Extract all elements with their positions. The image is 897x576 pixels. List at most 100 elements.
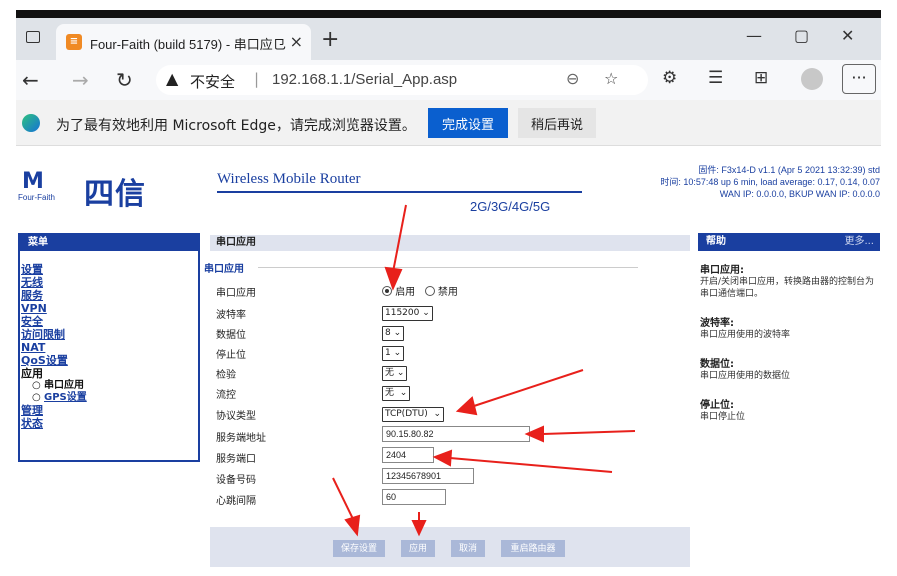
close-tab-icon[interactable]: × [290,32,303,51]
menu-item-wireless[interactable]: 无线 [20,276,198,289]
tab-actions-icon[interactable] [26,31,40,43]
serial-app-label: 串口应用 [216,288,256,299]
help-panel: 帮助 更多... 串口应用: 开启/关闭串口应用，转换路由器的控制台为串口通信端… [698,233,880,553]
protocol-select[interactable]: TCP(DTU) ⌄ [382,407,445,422]
baud-rate-select[interactable]: 115200 ⌄ [382,306,433,321]
zoom-icon[interactable]: ⊖ [566,69,579,88]
address-toolbar: ← → ↻ ▲ 不安全 | 192.168.1.1/Serial_App.asp… [16,60,881,100]
product-divider [217,191,582,193]
stop-bits-value: 1 [385,348,391,358]
top-strip [0,0,897,18]
menu-item-admin[interactable]: 管理 [20,404,198,417]
chevron-down-icon: ⌄ [396,368,405,378]
tab-bar: ≡ Four-Faith (build 5179) - 串口应⺋ × + — ▢… [0,18,897,60]
help-section-text: 串口应用使用的波特率 [700,330,791,340]
fieldset-legend: 串口应用 [204,264,244,275]
finish-setup-button[interactable]: 完成设置 [428,108,508,138]
bullet-icon: ○ [32,392,41,403]
heartbeat-input[interactable]: 60 [382,489,446,505]
submenu-item-serial: ○ 串口应用 [20,380,198,392]
forward-icon[interactable]: → [72,68,89,92]
help-section-title: 停止位: [700,400,734,411]
disable-radio[interactable] [424,286,435,296]
stop-bits-label: 停止位 [216,350,246,361]
help-section-text: 串口停止位 [700,412,746,422]
help-title: 帮助 [706,236,726,247]
extensions-icon[interactable]: ⚙ [662,68,677,88]
submenu-item-gps[interactable]: ○ GPS设置 [20,392,198,404]
chevron-down-icon: ⌄ [422,308,430,318]
new-tab-icon[interactable]: + [321,27,339,52]
menu-item-nat[interactable]: NAT [20,341,198,354]
server-address-label: 服务端地址 [216,433,266,444]
screen-edge [16,10,881,18]
system-info: 固件: F3x14-D v1.1 (Apr 5 2021 13:32:39) s… [660,164,880,200]
favorites-icon[interactable]: ☰ [708,68,723,88]
logo-brand-en: Four-Faith [18,193,55,202]
security-label[interactable]: 不安全 [190,71,235,92]
chevron-down-icon: ⌄ [433,409,442,419]
data-bits-value: 8 [385,328,391,338]
menu-item-services[interactable]: 服务 [20,289,198,302]
device-id-input[interactable]: 12345678901 [382,468,474,484]
router-page: M Four-Faith 四信 Wireless Mobile Router 2… [10,147,880,576]
cancel-button[interactable]: 取消 [451,540,485,557]
profile-icon[interactable] [801,68,823,90]
menu-item-status[interactable]: 状态 [20,417,198,430]
menu-item-setup[interactable]: 设置 [20,263,198,276]
data-bits-select[interactable]: 8 ⌄ [382,326,405,341]
menu-item-applications: 应用 [21,367,43,380]
apply-button[interactable]: 应用 [401,540,435,557]
submenu-label: 串口应用 [44,380,84,391]
help-header: 帮助 更多... [698,233,880,251]
wan-info: WAN IP: 0.0.0.0, BKUP WAN IP: 0.0.0.0 [719,189,880,199]
collections-icon[interactable]: ⊞ [754,68,768,88]
baud-rate-label: 波特率 [216,310,246,321]
add-favorite-icon[interactable]: ☆ [604,69,618,88]
close-window-icon[interactable]: ✕ [841,26,854,45]
url-separator: | [254,70,260,88]
enable-label: 启用 [395,287,416,298]
data-bits-label: 数据位 [216,330,246,341]
enable-radio[interactable] [382,286,392,296]
refresh-icon[interactable]: ↻ [116,68,133,92]
edge-setup-bar: 为了最有效地利用 Microsoft Edge，请完成浏览器设置。 完成设置 稍… [16,100,881,146]
content-header: 串口应用 [210,235,690,251]
product-name: Wireless Mobile Router [217,171,361,187]
server-address-input[interactable]: 90.15.80.82 [382,426,530,442]
maximize-icon[interactable]: ▢ [794,26,809,45]
help-section-text: 串口应用使用的数据位 [700,371,791,381]
help-section-text: 开启/关闭串口应用，转换路由器的控制台为串口通信端口。 [700,277,875,299]
flow-control-value: 无 [385,388,395,398]
warning-icon: ▲ [166,69,179,88]
more-icon[interactable]: ··· [842,64,876,94]
parity-value: 无 [385,368,395,378]
later-button[interactable]: 稍后再说 [518,108,596,138]
submenu-label[interactable]: GPS设置 [44,392,87,403]
server-port-input[interactable]: 2404 [382,447,434,463]
help-section-title: 数据位: [700,359,734,370]
help-more-link[interactable]: 更多... [844,233,874,251]
reboot-router-button[interactable]: 重启路由器 [501,540,565,557]
heartbeat-label: 心跳间隔 [216,496,256,507]
save-settings-button[interactable]: 保存设置 [333,540,385,557]
back-icon[interactable]: ← [22,68,39,92]
server-port-label: 服务端口 [216,454,256,465]
logo-mark: M [22,169,44,194]
parity-select[interactable]: 无 ⌄ [382,366,408,381]
address-bar[interactable]: ▲ 不安全 | 192.168.1.1/Serial_App.asp ⊖ ☆ [156,65,648,95]
menu-item-access-restrictions[interactable]: 访问限制 [20,328,198,341]
url-text[interactable]: 192.168.1.1/Serial_App.asp [272,71,457,88]
edge-icon [22,114,40,132]
help-section-title: 串口应用: [700,265,744,276]
baud-rate-value: 115200 [385,308,420,318]
minimize-icon[interactable]: — [746,26,762,45]
stop-bits-select[interactable]: 1 ⌄ [382,346,405,361]
logo: M Four-Faith 四信 [18,161,178,212]
menu-item-qos[interactable]: QoS设置 [20,354,198,367]
browser-tab[interactable]: ≡ Four-Faith (build 5179) - 串口应⺋ × [56,24,311,60]
menu-item-security[interactable]: 安全 [20,315,198,328]
logo-brand-cn: 四信 [84,177,146,212]
flow-control-select[interactable]: 无 ⌄ [382,386,411,401]
menu-item-vpn[interactable]: VPN [20,302,198,315]
